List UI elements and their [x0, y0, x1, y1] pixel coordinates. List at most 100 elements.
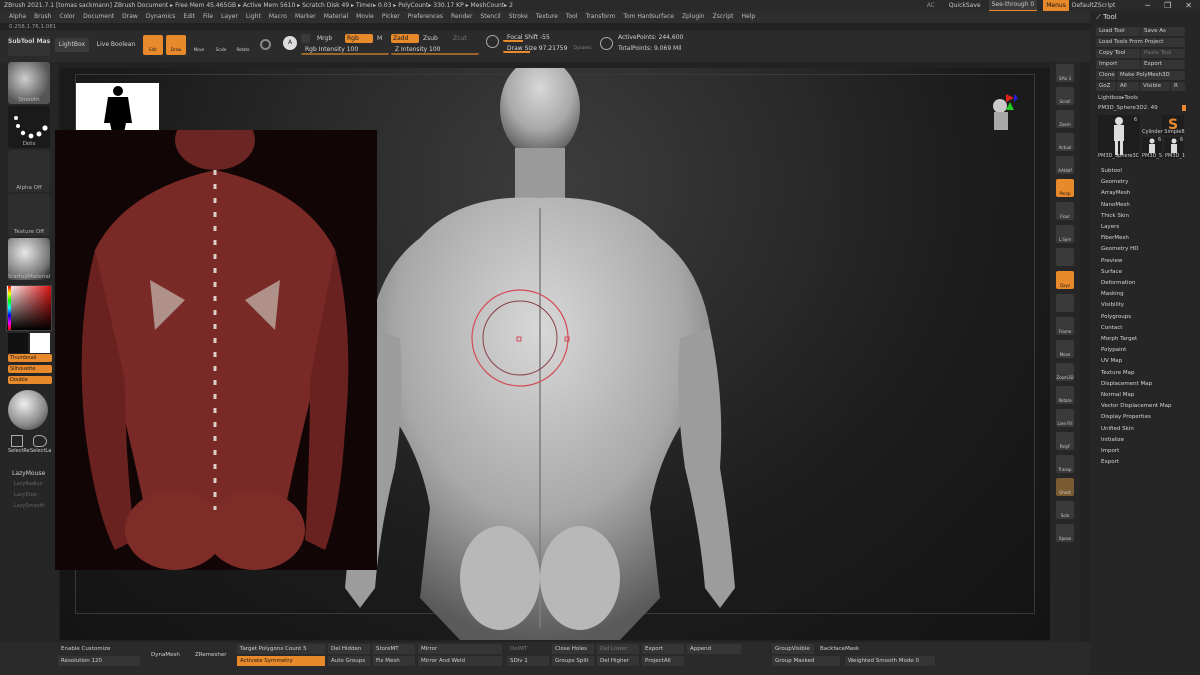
tool-menu-preview[interactable]: Preview	[1101, 258, 1122, 264]
shelf-polyf-button[interactable]: PolyF	[1056, 432, 1074, 450]
menu-tool[interactable]: Tool	[566, 11, 578, 23]
menu-document[interactable]: Document	[83, 11, 114, 23]
shelf-solo-button[interactable]: Solo	[1056, 501, 1074, 519]
del-hidden-button[interactable]: Del Hidden	[328, 644, 370, 654]
tool-menu-unified-skin[interactable]: Unified Skin	[1101, 426, 1134, 432]
menu-movie[interactable]: Movie	[356, 11, 374, 23]
tool-menu-thick-skin[interactable]: Thick Skin	[1101, 213, 1129, 219]
menu-stencil[interactable]: Stencil	[480, 11, 500, 23]
paste-tool-button[interactable]: Paste Tool	[1141, 49, 1185, 58]
zsub-button[interactable]: Zsub	[423, 35, 438, 42]
dynamic-button[interactable]: Dynamic	[574, 45, 592, 50]
zcut-button[interactable]: Zcut	[453, 35, 467, 42]
lazystep-slider[interactable]: LazyStep	[14, 492, 37, 498]
select-rect-icon[interactable]	[11, 435, 23, 447]
group-masked-button[interactable]: Group Masked	[772, 656, 840, 666]
target-polygons-slider[interactable]: Target Polygons Count 5	[237, 644, 325, 654]
shelf-spix-3-button[interactable]: SPix 3	[1056, 64, 1074, 82]
minimize-icon[interactable]: ─	[1145, 0, 1150, 11]
move-button[interactable]: Move	[189, 35, 209, 55]
menu-edit[interactable]: Edit	[183, 11, 195, 23]
tool-menu-visibility[interactable]: Visibility	[1101, 302, 1124, 308]
shelf-ghost-button[interactable]: Ghost	[1056, 478, 1074, 496]
menu-tom-hardsurface[interactable]: Tom Hardsurface	[623, 11, 674, 23]
rotate-button[interactable]: Rotate	[233, 35, 253, 55]
menu-dynamics[interactable]: Dynamics	[146, 11, 176, 23]
auto-groups-button[interactable]: Auto Groups	[328, 656, 370, 666]
load-tools-from-project-button[interactable]: Load Tools From Project	[1096, 38, 1185, 47]
tool-menu-masking[interactable]: Masking	[1101, 291, 1124, 297]
tool-menu-layers[interactable]: Layers	[1101, 224, 1119, 230]
export-button[interactable]: Export	[1141, 60, 1185, 69]
storemt-button[interactable]: StoreMT	[373, 644, 415, 654]
make-polymesh3d-button[interactable]: Make PolyMesh3D	[1117, 71, 1185, 80]
color-picker[interactable]	[6, 285, 52, 331]
close-holes-button[interactable]: Close Holes	[552, 644, 594, 654]
tool-menu-initialize[interactable]: Initialize	[1101, 437, 1124, 443]
menu-picker[interactable]: Picker	[382, 11, 400, 23]
shelf-actual-button[interactable]: Actual	[1056, 133, 1074, 151]
tool-slider-thumb[interactable]	[1182, 105, 1186, 111]
enable-customize-button[interactable]: Enable Customize	[58, 644, 140, 654]
close-icon[interactable]: ✕	[1185, 0, 1192, 11]
menu-texture[interactable]: Texture	[536, 11, 558, 23]
groupvisible-button[interactable]: GroupVisible	[772, 644, 814, 654]
menu-transform[interactable]: Transform	[585, 11, 615, 23]
menu-layer[interactable]: Layer	[221, 11, 238, 23]
tool-menu-nanomesh[interactable]: NanoMesh	[1101, 202, 1130, 208]
lazysmooth-slider[interactable]: LazySmooth	[14, 503, 45, 509]
shelf-zoom3d-button[interactable]: Zoom3D	[1056, 363, 1074, 381]
secondary-color-swatch[interactable]	[8, 333, 28, 353]
tool-menu-export[interactable]: Export	[1101, 459, 1119, 465]
menu-alpha[interactable]: Alpha	[9, 11, 26, 23]
shelf-line-fill-button[interactable]: Line Fill	[1056, 409, 1074, 427]
shelf-qxyz-button[interactable]: Qxyz	[1056, 271, 1074, 289]
tool-menu-geometry-hd[interactable]: Geometry HD	[1101, 246, 1139, 252]
dynamesh-button[interactable]: DynaMesh	[148, 650, 188, 660]
resolution-slider[interactable]: Resolution 120	[58, 656, 140, 666]
menu-zplugin[interactable]: Zplugin	[682, 11, 705, 23]
r-button[interactable]: R	[1171, 82, 1185, 91]
activate-symmetry-button[interactable]: Activate Symmetry	[237, 656, 325, 666]
rgb-intensity-slider[interactable]: Rgb Intensity 100	[301, 44, 389, 55]
thumbnail-button[interactable]: Thumbnail	[8, 354, 52, 362]
tool-menu-geometry[interactable]: Geometry	[1101, 179, 1128, 185]
tool-menu-polypaint[interactable]: Polypaint	[1101, 347, 1126, 353]
shelf-aahalf-button[interactable]: AAHalf	[1056, 156, 1074, 174]
focal-icon[interactable]	[486, 35, 499, 48]
zadd-button[interactable]: Zadd	[391, 34, 419, 43]
maximize-icon[interactable]: ❐	[1164, 0, 1171, 11]
navigation-gizmo[interactable]	[988, 92, 1018, 142]
shelf-xpose-button[interactable]: Xpose	[1056, 524, 1074, 542]
mirror-button[interactable]: Mirror	[418, 644, 502, 654]
draw-button[interactable]: Draw	[166, 35, 186, 55]
main-color-swatch[interactable]	[30, 333, 50, 353]
tool-menu-subtool[interactable]: Subtool	[1101, 168, 1122, 174]
append-button[interactable]: Append	[687, 644, 741, 654]
edit-button[interactable]: Edit	[143, 35, 163, 55]
lazyradius-slider[interactable]: LazyRadius	[14, 481, 42, 487]
quicksave-button[interactable]: QuickSave	[949, 0, 981, 11]
point-selection-icon[interactable]	[260, 39, 271, 50]
shelf-scroll-button[interactable]: Scroll	[1056, 87, 1074, 105]
tool-menu-arraymesh[interactable]: ArrayMesh	[1101, 190, 1130, 196]
menu-stroke[interactable]: Stroke	[509, 11, 528, 23]
focal-shift-slider[interactable]: Focal Shift -55	[503, 32, 593, 42]
live-boolean-button[interactable]: Live Boolean	[95, 38, 137, 52]
mrgb-swatch[interactable]	[301, 34, 310, 43]
tool-menu-deformation[interactable]: Deformation	[1101, 280, 1135, 286]
goz-button[interactable]: GoZ	[1096, 82, 1116, 91]
tool-menu-contact[interactable]: Contact	[1101, 325, 1122, 331]
menu-macro[interactable]: Macro	[269, 11, 287, 23]
a-toggle[interactable]: A	[283, 36, 297, 50]
hue-strip[interactable]	[8, 286, 11, 330]
subtool-master-button[interactable]: SubTool Master	[8, 36, 50, 56]
shelf-transp-button[interactable]: Transp	[1056, 455, 1074, 473]
del-higher-button[interactable]: Del Higher	[597, 656, 639, 666]
lightbox-tools-button[interactable]: Lightbox▸Tools	[1098, 95, 1138, 101]
delmt-button[interactable]: DelMT	[507, 644, 549, 654]
shelf-persp-button[interactable]: Persp	[1056, 179, 1074, 197]
projectall-button[interactable]: ProjectAll	[642, 656, 684, 666]
menu-material[interactable]: Material	[324, 11, 348, 23]
mrgb-button[interactable]: Mrgb	[317, 35, 332, 42]
